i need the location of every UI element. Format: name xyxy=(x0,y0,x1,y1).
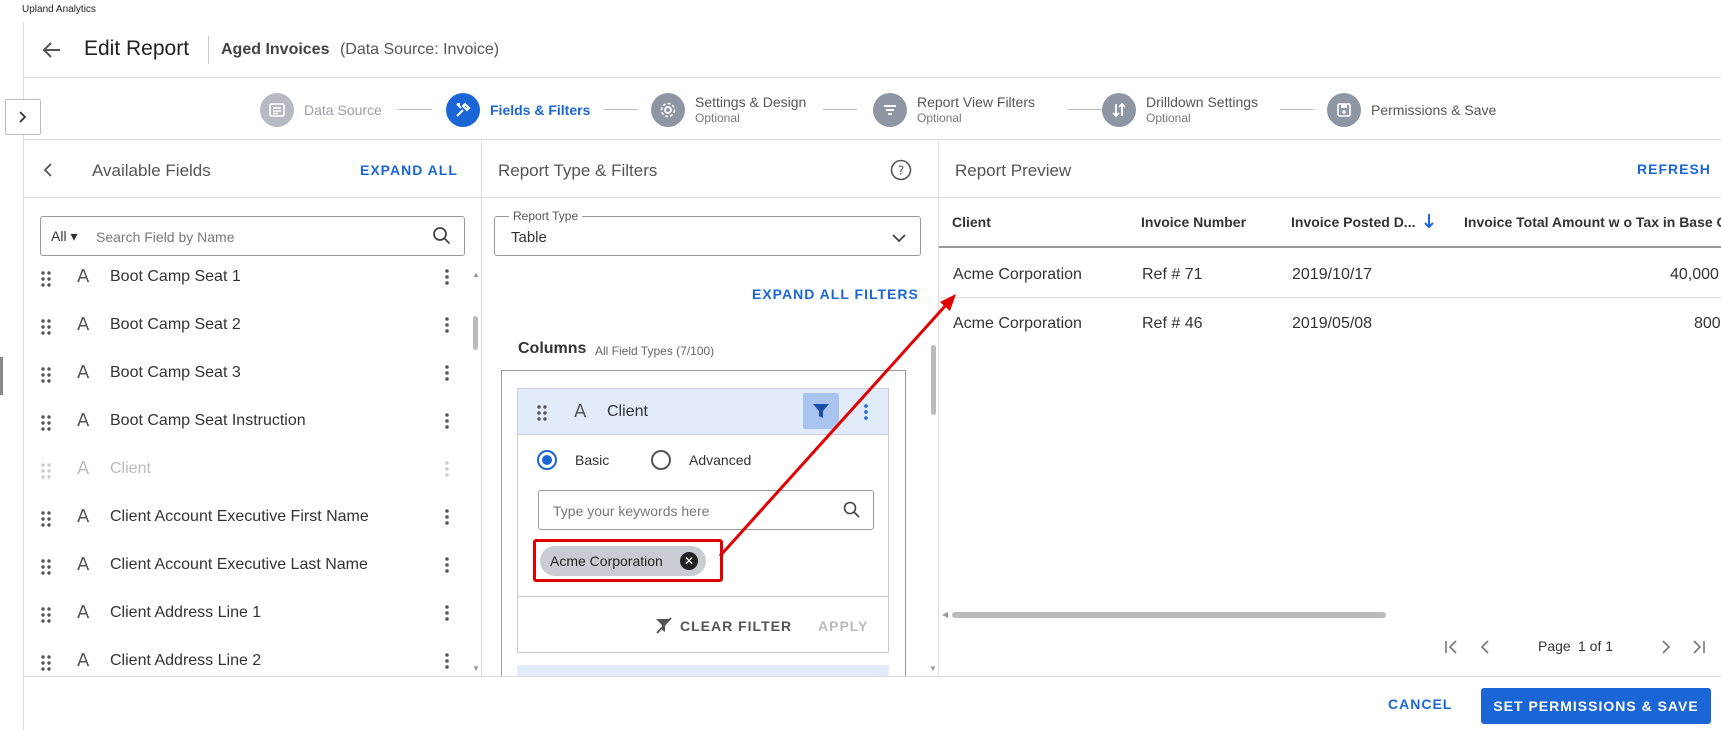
annotation-arrow xyxy=(718,294,956,558)
set-permissions-save-button[interactable]: SET PERMISSIONS & SAVE xyxy=(1481,688,1711,724)
cancel-button[interactable]: CANCEL xyxy=(1388,696,1452,712)
page-footer xyxy=(24,676,1721,730)
